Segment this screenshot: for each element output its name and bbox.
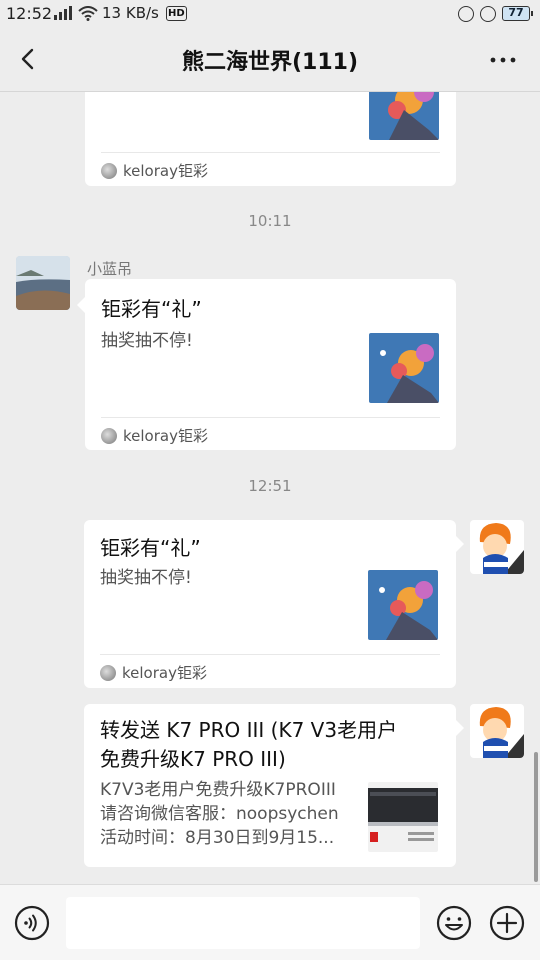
card-divider xyxy=(101,152,440,153)
card-source-label: keloray钜彩 xyxy=(123,427,208,445)
card-description-line-1: K7V3老用户免费升级K7PROIII xyxy=(100,780,336,800)
card-description: 抽奖抽不停! xyxy=(101,331,193,351)
battery-icon: 77 xyxy=(502,6,533,21)
source-logo-icon xyxy=(100,664,116,681)
card-description: 抽奖抽不停! xyxy=(100,568,192,588)
link-card[interactable]: 钜彩有“礼” 抽奖抽不停! keloray钜彩 xyxy=(84,520,456,688)
lock-rotation-icon xyxy=(480,6,496,22)
sender-name: 小蓝吊 xyxy=(87,260,133,278)
card-title-line-2: 免费升级K7 PRO III) xyxy=(100,747,286,771)
bubble-tail xyxy=(456,720,464,736)
card-thumbnail xyxy=(368,782,438,852)
card-thumbnail xyxy=(369,333,439,403)
card-divider xyxy=(101,417,440,418)
card-source: keloray钜彩 xyxy=(101,425,208,446)
avatar[interactable] xyxy=(470,520,524,574)
input-bar xyxy=(0,884,540,960)
network-speed: 13 KB/s xyxy=(102,4,159,22)
card-description-line-3: 活动时间：8月30日到9月15... xyxy=(100,828,335,848)
bubble-tail xyxy=(456,536,464,552)
bubble-tail xyxy=(77,297,85,313)
card-source-label: keloray钜彩 xyxy=(122,664,207,682)
card-source: keloray钜彩 xyxy=(101,160,208,181)
status-time: 12:52 xyxy=(6,4,53,23)
link-card[interactable]: 钜彩有“礼” 抽奖抽不停! keloray钜彩 xyxy=(85,279,456,450)
card-thumbnail xyxy=(368,570,438,640)
status-bar: 12:52 13 KB/s HD 77 xyxy=(0,0,540,28)
source-logo-icon xyxy=(101,162,117,179)
more-horizontal-icon[interactable] xyxy=(488,50,518,70)
card-source-label: keloray钜彩 xyxy=(123,162,208,180)
wifi-icon xyxy=(78,6,98,21)
avatar[interactable] xyxy=(16,256,70,310)
link-card-partial[interactable]: keloray钜彩 xyxy=(85,92,456,186)
emoji-icon[interactable] xyxy=(436,905,472,941)
voice-icon[interactable] xyxy=(14,905,50,941)
chat-header: 熊二海世界(111) xyxy=(0,28,540,92)
card-title-line-1: 转发送 K7 PRO III (K7 V3老用户 xyxy=(100,718,398,742)
source-logo-icon xyxy=(101,427,117,444)
message-input[interactable] xyxy=(66,897,420,949)
timestamp: 12:51 xyxy=(248,477,292,495)
alarm-icon xyxy=(458,6,474,22)
card-description-line-2: 请咨询微信客服：noopsychen xyxy=(100,804,339,824)
link-card[interactable]: 转发送 K7 PRO III (K7 V3老用户 免费升级K7 PRO III)… xyxy=(84,704,456,867)
hd-icon: HD xyxy=(166,6,187,21)
timestamp: 10:11 xyxy=(248,212,292,230)
card-divider xyxy=(100,654,440,655)
card-title: 钜彩有“礼” xyxy=(100,536,201,560)
chat-title: 熊二海世界(111) xyxy=(181,50,359,75)
card-thumbnail xyxy=(369,92,439,140)
signal-icon xyxy=(54,6,72,20)
message-list[interactable]: keloray钜彩 10:11 小蓝吊 钜彩有“礼” 抽奖抽不停! kelora… xyxy=(0,92,540,884)
avatar[interactable] xyxy=(470,704,524,758)
plus-circle-icon[interactable] xyxy=(489,905,525,941)
card-title: 钜彩有“礼” xyxy=(101,297,202,321)
card-source: keloray钜彩 xyxy=(100,662,207,683)
scrollbar[interactable] xyxy=(534,752,538,882)
